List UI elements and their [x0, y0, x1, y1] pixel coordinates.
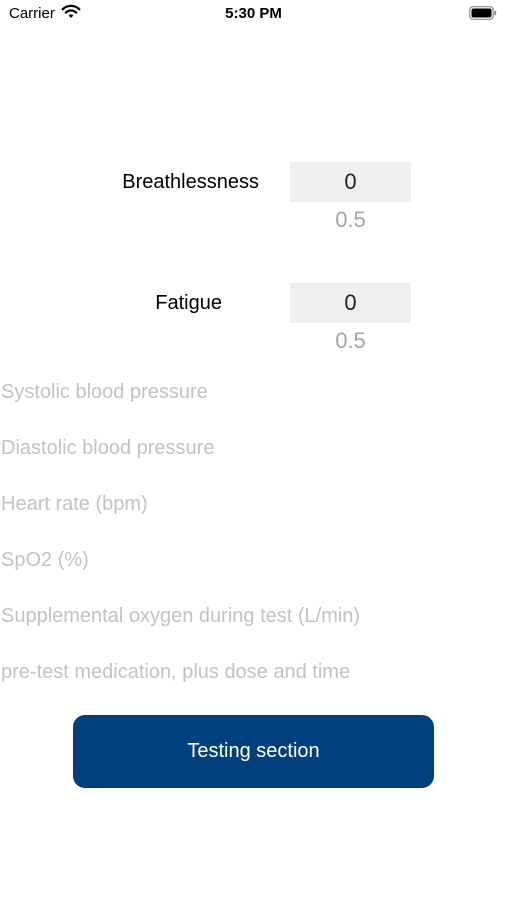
testing-section-button[interactable]: Testing section [73, 715, 434, 788]
spo2-input[interactable] [0, 540, 507, 580]
supplemental-oxygen-input[interactable] [0, 596, 507, 636]
fatigue-next-value[interactable]: 0.5 [290, 328, 411, 354]
heart-rate-input[interactable] [0, 484, 507, 524]
breathlessness-next-value[interactable]: 0.5 [290, 207, 411, 233]
systolic-bp-input[interactable] [0, 372, 507, 412]
breathlessness-picker[interactable]: 0 [290, 162, 411, 202]
fatigue-picker[interactable]: 0 [290, 283, 411, 323]
diastolic-bp-input[interactable] [0, 428, 507, 468]
battery-icon [469, 6, 497, 25]
status-bar: Carrier 5:30 PM [0, 0, 507, 30]
clock: 5:30 PM [225, 5, 282, 22]
breathlessness-label: Breathlessness [122, 171, 259, 193]
pre-test-medication-input[interactable] [0, 652, 507, 692]
fatigue-label: Fatigue [155, 292, 222, 314]
